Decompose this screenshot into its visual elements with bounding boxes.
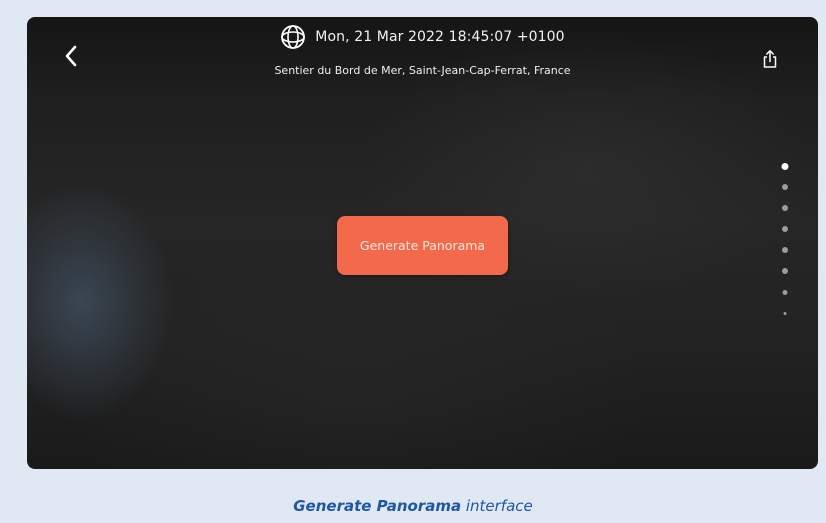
capture-location: Sentier du Bord de Mer, Saint-Jean-Cap-F… — [274, 64, 571, 77]
generate-panorama-button[interactable]: Generate Panorama — [337, 216, 508, 275]
page-dot[interactable] — [782, 289, 788, 295]
capture-datetime: Mon, 21 Mar 2022 18:45:07 +0100 — [315, 29, 565, 45]
page-dot[interactable] — [782, 184, 788, 190]
page-dot[interactable] — [781, 162, 789, 170]
page-dot[interactable] — [782, 226, 788, 232]
page-indicator — [779, 162, 791, 323]
page-dot[interactable] — [782, 268, 788, 274]
globe-icon — [281, 25, 306, 49]
caption-rest: interface — [461, 497, 533, 515]
page-dot[interactable] — [782, 247, 788, 253]
app-screen: Mon, 21 Mar 2022 18:45:07 +0100 Sentier … — [27, 17, 818, 469]
caption-strong: Generate Panorama — [293, 497, 462, 515]
header-datetime-row: Mon, 21 Mar 2022 18:45:07 +0100 — [27, 23, 818, 51]
share-button[interactable] — [761, 49, 779, 69]
figure-caption: Generate Panorama interface — [0, 497, 826, 515]
page-dot[interactable] — [782, 205, 788, 211]
page-dot[interactable] — [783, 311, 787, 315]
share-icon — [763, 50, 777, 68]
